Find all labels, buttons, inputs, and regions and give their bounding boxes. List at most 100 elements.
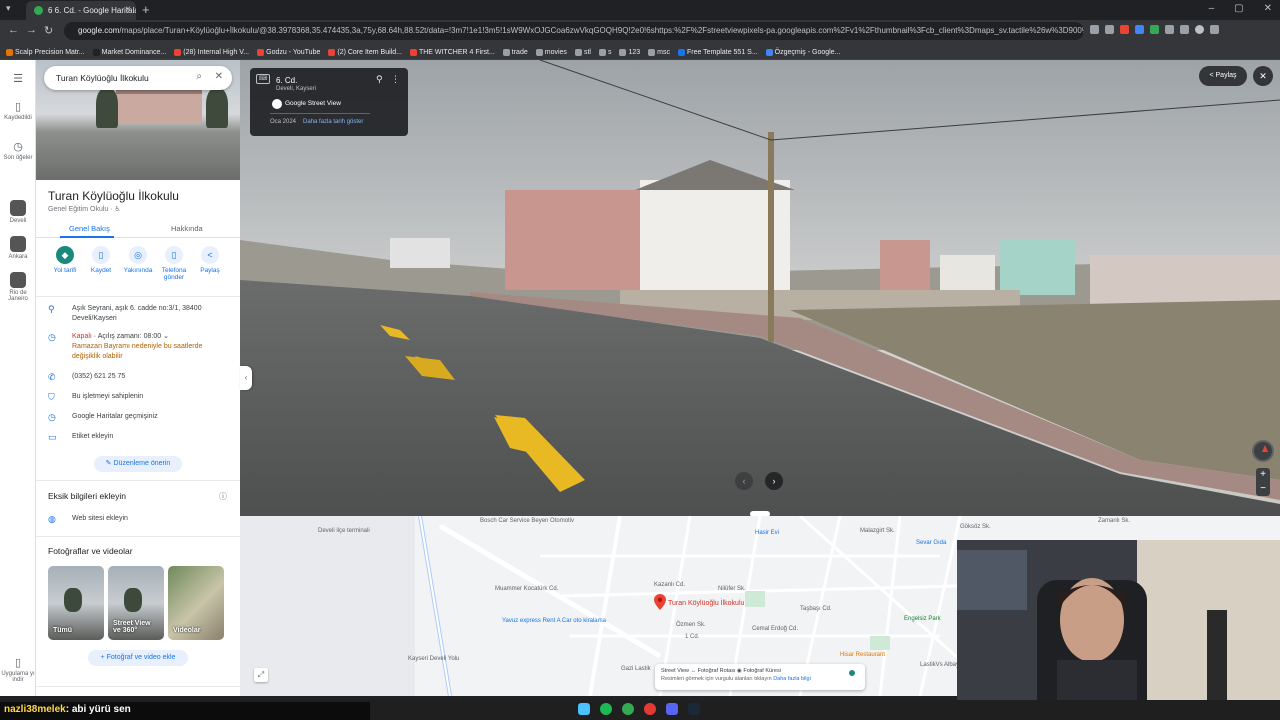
next-photo-button[interactable]: › <box>765 472 783 490</box>
photo-all[interactable]: Tümü <box>48 566 104 640</box>
send-to-phone-button[interactable]: ▯ Telefona gönder <box>154 246 194 281</box>
maximize-icon[interactable]: ▢ <box>1234 3 1243 14</box>
bookmark-item[interactable]: Godzu - YouTube <box>257 45 320 59</box>
learn-more-link[interactable]: Daha fazla bilgi <box>773 676 811 682</box>
bookmark-item[interactable]: movies <box>535 45 567 59</box>
tab-close-icon[interactable]: × <box>125 4 131 15</box>
get-app-button[interactable]: ▯ Uygulama yı indir <box>0 656 36 683</box>
bookmark-item[interactable]: THE WITCHER 4 First... <box>409 45 495 59</box>
hours-row[interactable]: ◷ Kapalı · Açılış zamanı: 08:00 ⌄ Ramaza… <box>48 332 234 362</box>
browser-menu-icon[interactable] <box>1210 25 1219 34</box>
extension-icon[interactable] <box>1150 25 1159 34</box>
recent-place-develi[interactable]: Develi <box>0 200 36 224</box>
profile-avatar[interactable] <box>1195 25 1204 34</box>
help-icon[interactable]: ⓘ <box>219 491 227 502</box>
map-label[interactable]: Gazi Lastik <box>621 666 651 672</box>
bookmark-item[interactable]: Market Dominance... <box>92 45 166 59</box>
nearby-button[interactable]: ◎ Yakınında <box>118 246 158 274</box>
close-street-view-button[interactable]: ✕ <box>1253 66 1273 86</box>
chevron-down-icon[interactable]: ⌄ <box>163 333 169 340</box>
spotify-icon[interactable] <box>600 703 612 715</box>
steam-icon[interactable] <box>688 703 700 715</box>
location-pin-icon[interactable]: ⚲ <box>376 74 383 85</box>
extensions-puzzle-icon[interactable] <box>1180 25 1189 34</box>
zoom-out-button[interactable]: − <box>1256 482 1270 496</box>
recent-place-rio[interactable]: Rio de Janeiro <box>0 272 36 302</box>
extension-icon[interactable] <box>1120 25 1129 34</box>
map-label: Malazgirt Sk. <box>860 528 895 534</box>
share-button[interactable]: < Paylaş <box>190 246 230 274</box>
add-photo-button[interactable]: + Fotoğraf ve video ekle <box>88 650 188 666</box>
map-label[interactable]: Develi ilçe terminali <box>318 528 370 534</box>
photo-street-view[interactable]: Street View ve 360° <box>108 566 164 640</box>
start-menu-icon[interactable] <box>578 703 590 715</box>
previous-photo-button[interactable]: ‹ <box>735 472 753 490</box>
bookmark-item[interactable]: Özgeçmiş - Google... <box>765 45 840 59</box>
bookmark-item[interactable]: 123 <box>619 45 640 59</box>
holiday-note: Ramazan Bayramı nedeniyle bu saatlerde d… <box>72 343 203 360</box>
forward-icon[interactable]: → <box>26 24 37 36</box>
fullscreen-icon[interactable]: ⤢ <box>254 668 268 682</box>
browser-tab[interactable]: 6 6. Cd. - Google Haritalar × <box>26 1 136 20</box>
extension-icon[interactable] <box>1165 25 1174 34</box>
recent-place-ankara[interactable]: Ankara <box>0 236 36 260</box>
close-window-icon[interactable]: ✕ <box>1264 3 1272 14</box>
place-title: Turan Köylüoğlu İlkokulu <box>48 189 179 203</box>
phone-text: (0352) 621 25 75 <box>72 373 126 380</box>
reload-icon[interactable]: ↻ <box>44 24 53 37</box>
more-dates-link[interactable]: Daha fazla tarih göster <box>303 119 363 125</box>
compass-icon[interactable] <box>1252 440 1274 462</box>
bookmark-star-icon[interactable] <box>1105 25 1114 34</box>
place-marker-icon[interactable] <box>654 594 666 610</box>
extension-icon[interactable] <box>1135 25 1144 34</box>
map-label[interactable]: Hasir Evi <box>755 530 779 536</box>
bookmark-item[interactable]: msc <box>648 45 670 59</box>
search-input[interactable]: Turan Köylüoğlu İlkokulu ⌕ ✕ <box>44 66 232 90</box>
app-icon[interactable] <box>644 703 656 715</box>
menu-button[interactable]: ☰ <box>0 72 36 87</box>
map-label[interactable]: Yavuz express Rent A Car oto kiralama <box>502 618 606 624</box>
photo-videos[interactable]: Videolar <box>168 566 224 640</box>
bookmark-label: Godzu - YouTube <box>266 48 321 56</box>
share-label: Paylaş <box>200 267 220 274</box>
map-label[interactable]: Bosch Car Service Beyen Otomotiv <box>480 518 574 524</box>
bookmark-item[interactable]: (28) Internal High V... <box>174 45 249 59</box>
collapse-panel-button[interactable]: ‹ <box>240 366 252 390</box>
search-icon[interactable]: ⌕ <box>196 71 202 82</box>
bookmark-item[interactable]: stl <box>574 45 591 59</box>
street-view-share-button[interactable]: < Paylaş <box>1199 66 1247 86</box>
tab-overview[interactable]: Genel Bakış <box>69 224 110 233</box>
clear-search-icon[interactable]: ✕ <box>215 71 223 82</box>
discord-icon[interactable] <box>666 703 678 715</box>
directions-button[interactable]: ◆ Yol tarifi <box>45 246 85 274</box>
bookmark-item[interactable]: Free Template 551 S... <box>677 45 758 59</box>
install-icon[interactable] <box>1090 25 1099 34</box>
map-label[interactable]: Sevar Gıda <box>916 540 946 546</box>
save-button[interactable]: ▯ Kaydet <box>81 246 121 274</box>
new-tab-button[interactable]: + <box>142 2 150 17</box>
map-label[interactable]: Engelsiz Park <box>904 616 941 622</box>
address-bar[interactable]: google.com/maps/place/Turan+Köylüoğlu+İl… <box>64 22 1084 40</box>
zoom-in-button[interactable]: + <box>1256 468 1270 482</box>
minimize-icon[interactable]: – <box>1209 3 1215 14</box>
legend-toggle[interactable] <box>849 670 855 676</box>
bookmark-item[interactable]: Scalp Precision Matr... <box>6 45 85 59</box>
saved-button[interactable]: ▯ Kaydedildi <box>0 100 36 121</box>
tab-about[interactable]: Hakkında <box>171 224 203 233</box>
street-view-pane[interactable]: ⌨ 6. Cd. Develi, Kayseri ⚲ ⋮ Google Stre… <box>240 60 1280 516</box>
suggest-edit-button[interactable]: ✎ Düzenleme önerin <box>94 456 182 472</box>
more-options-icon[interactable]: ⋮ <box>391 74 400 85</box>
house-pink <box>505 190 645 290</box>
bookmark-item[interactable]: s <box>598 45 611 59</box>
place-marker-label[interactable]: Turan Köylüoğlu İlkokulu <box>668 600 744 607</box>
bookmark-item[interactable]: (2) Core Item Build... <box>328 45 402 59</box>
chrome-icon[interactable] <box>622 703 634 715</box>
saved-label: Kaydedildi <box>4 115 32 121</box>
back-icon[interactable]: ← <box>8 24 19 36</box>
bookmark-item[interactable]: trade <box>502 45 528 59</box>
recent-button[interactable]: ◷ Son öğeler <box>0 140 36 161</box>
keyboard-icon[interactable]: ⌨ <box>256 74 270 84</box>
map-label[interactable]: Hisar Restaurant <box>840 652 885 658</box>
bookmark-label: stl <box>583 48 591 56</box>
tab-search-icon[interactable]: ▾ <box>6 3 11 14</box>
